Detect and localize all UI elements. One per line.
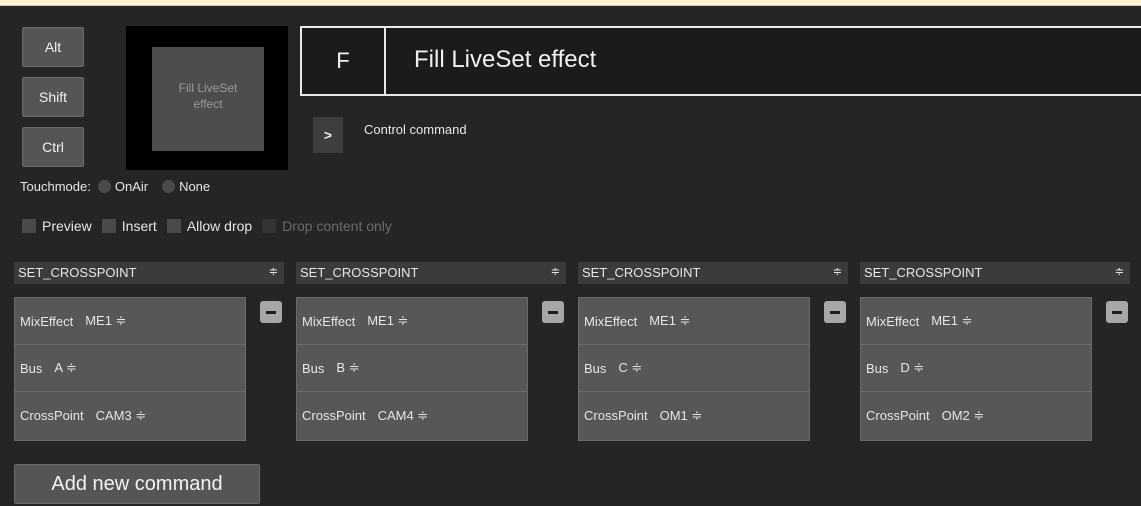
ctrl-button[interactable]: Ctrl (22, 127, 84, 167)
mixeffect-label: MixEffect (866, 313, 920, 329)
crosspoint-select[interactable]: OM2 ≑ (942, 408, 985, 424)
control-command-button[interactable]: > (313, 117, 343, 153)
preview-checkbox-label: Preview (42, 218, 92, 234)
mixeffect-select[interactable]: ME1 ≑ (367, 313, 408, 329)
onair-label[interactable]: OnAir (115, 179, 148, 194)
bus-label: Bus (584, 360, 607, 376)
insert-checkbox[interactable] (101, 219, 116, 233)
crosspoint-label: CrossPoint (302, 408, 366, 423)
minus-icon (548, 310, 558, 314)
key-letter: F (302, 28, 386, 94)
drop-content-only-label: Drop content only (282, 218, 392, 234)
notification-bar (0, 0, 1141, 6)
mixeffect-field[interactable]: MixEffect ME1 ≑ (579, 298, 809, 345)
crosspoint-field[interactable]: CrossPoint CAM4 ≑ (297, 392, 527, 439)
bus-label: Bus (20, 360, 43, 376)
control-command-label: Control command (364, 122, 467, 137)
none-radio[interactable] (162, 180, 176, 193)
bus-select[interactable]: A ≑ (54, 360, 76, 376)
drop-content-only-checkbox-item: Drop content only (262, 218, 392, 234)
command-card: SET_CROSSPOINT ≑ MixEffect ME1 ≑ Bus B ≑… (296, 262, 566, 442)
crosspoint-field[interactable]: CrossPoint CAM3 ≑ (15, 392, 245, 439)
preview-line-1: Fill LiveSet (178, 81, 238, 95)
minus-icon (266, 310, 276, 314)
shift-button[interactable]: Shift (22, 77, 84, 117)
bus-label: Bus (866, 360, 889, 376)
remove-command-button[interactable] (1106, 301, 1128, 323)
allow-drop-checkbox-item[interactable]: Allow drop (166, 218, 253, 234)
insert-checkbox-label: Insert (121, 218, 157, 234)
mixeffect-label: MixEffect (20, 313, 74, 329)
command-type-label: SET_CROSSPOINT (18, 265, 137, 280)
command-type-label: SET_CROSSPOINT (582, 265, 701, 280)
mixeffect-field[interactable]: MixEffect ME1 ≑ (15, 298, 245, 345)
preview-checkbox-item[interactable]: Preview (22, 218, 92, 234)
touchmode-group: Touchmode: OnAir None (20, 179, 210, 194)
mixeffect-field[interactable]: MixEffect ME1 ≑ (861, 298, 1091, 345)
preview-thumbnail[interactable]: Fill LiveSet effect (152, 47, 264, 151)
crosspoint-field[interactable]: CrossPoint OM2 ≑ (861, 392, 1091, 439)
crosspoint-select[interactable]: CAM4 ≑ (378, 408, 429, 424)
drop-content-only-checkbox (262, 219, 277, 233)
preview-line-2: effect (193, 97, 223, 111)
command-type-label: SET_CROSSPOINT (864, 265, 983, 280)
command-type-select[interactable]: SET_CROSSPOINT ≑ (578, 262, 848, 284)
command-card: SET_CROSSPOINT ≑ MixEffect ME1 ≑ Bus D ≑… (860, 262, 1130, 442)
key-header: F Fill LiveSet effect (300, 26, 1141, 96)
mixeffect-select[interactable]: ME1 ≑ (931, 313, 972, 329)
command-fields: MixEffect ME1 ≑ Bus D ≑ CrossPoint OM2 ≑ (860, 297, 1092, 441)
none-label[interactable]: None (179, 179, 210, 194)
crosspoint-label: CrossPoint (866, 408, 930, 423)
preview-checkbox[interactable] (22, 219, 36, 233)
bus-select[interactable]: C ≑ (618, 360, 642, 376)
command-card: SET_CROSSPOINT ≑ MixEffect ME1 ≑ Bus A ≑… (14, 262, 284, 442)
mixeffect-label: MixEffect (302, 313, 356, 329)
command-type-label: SET_CROSSPOINT (300, 265, 419, 280)
key-title[interactable]: Fill LiveSet effect (414, 46, 596, 74)
crosspoint-select[interactable]: OM1 ≑ (660, 408, 703, 424)
options-checkboxes: Preview Insert Allow drop Drop content o… (22, 218, 402, 234)
bus-label: Bus (302, 360, 325, 376)
minus-icon (830, 310, 840, 314)
key-preview: Fill LiveSet effect (126, 26, 288, 170)
crosspoint-label: CrossPoint (20, 408, 84, 423)
remove-command-button[interactable] (260, 301, 282, 323)
bus-field[interactable]: Bus B ≑ (297, 345, 527, 392)
allow-drop-checkbox-label: Allow drop (186, 218, 253, 234)
onair-radio[interactable] (97, 180, 111, 193)
bus-select[interactable]: D ≑ (900, 360, 924, 376)
add-new-command-button[interactable]: Add new command (14, 464, 260, 504)
alt-button[interactable]: Alt (22, 27, 84, 67)
crosspoint-label: CrossPoint (584, 408, 648, 423)
select-arrows-icon: ≑ (832, 266, 842, 278)
select-arrows-icon: ≑ (550, 266, 560, 278)
bus-field[interactable]: Bus A ≑ (15, 345, 245, 392)
select-arrows-icon: ≑ (268, 266, 278, 278)
crosspoint-field[interactable]: CrossPoint OM1 ≑ (579, 392, 809, 439)
remove-command-button[interactable] (824, 301, 846, 323)
select-arrows-icon: ≑ (1114, 266, 1124, 278)
allow-drop-checkbox[interactable] (166, 219, 181, 233)
touchmode-label: Touchmode: (20, 179, 91, 194)
command-type-select[interactable]: SET_CROSSPOINT ≑ (860, 262, 1130, 284)
bus-select[interactable]: B ≑ (336, 360, 359, 376)
command-fields: MixEffect ME1 ≑ Bus A ≑ CrossPoint CAM3 … (14, 297, 246, 441)
bus-field[interactable]: Bus D ≑ (861, 345, 1091, 392)
mixeffect-select[interactable]: ME1 ≑ (85, 313, 126, 329)
command-type-select[interactable]: SET_CROSSPOINT ≑ (296, 262, 566, 284)
command-card: SET_CROSSPOINT ≑ MixEffect ME1 ≑ Bus C ≑… (578, 262, 848, 442)
mixeffect-select[interactable]: ME1 ≑ (649, 313, 690, 329)
crosspoint-select[interactable]: CAM3 ≑ (96, 408, 147, 424)
command-fields: MixEffect ME1 ≑ Bus B ≑ CrossPoint CAM4 … (296, 297, 528, 441)
command-type-select[interactable]: SET_CROSSPOINT ≑ (14, 262, 284, 284)
mixeffect-field[interactable]: MixEffect ME1 ≑ (297, 298, 527, 345)
command-fields: MixEffect ME1 ≑ Bus C ≑ CrossPoint OM1 ≑ (578, 297, 810, 441)
insert-checkbox-item[interactable]: Insert (101, 218, 157, 234)
bus-field[interactable]: Bus C ≑ (579, 345, 809, 392)
mixeffect-label: MixEffect (584, 313, 638, 329)
minus-icon (1112, 310, 1122, 314)
remove-command-button[interactable] (542, 301, 564, 323)
